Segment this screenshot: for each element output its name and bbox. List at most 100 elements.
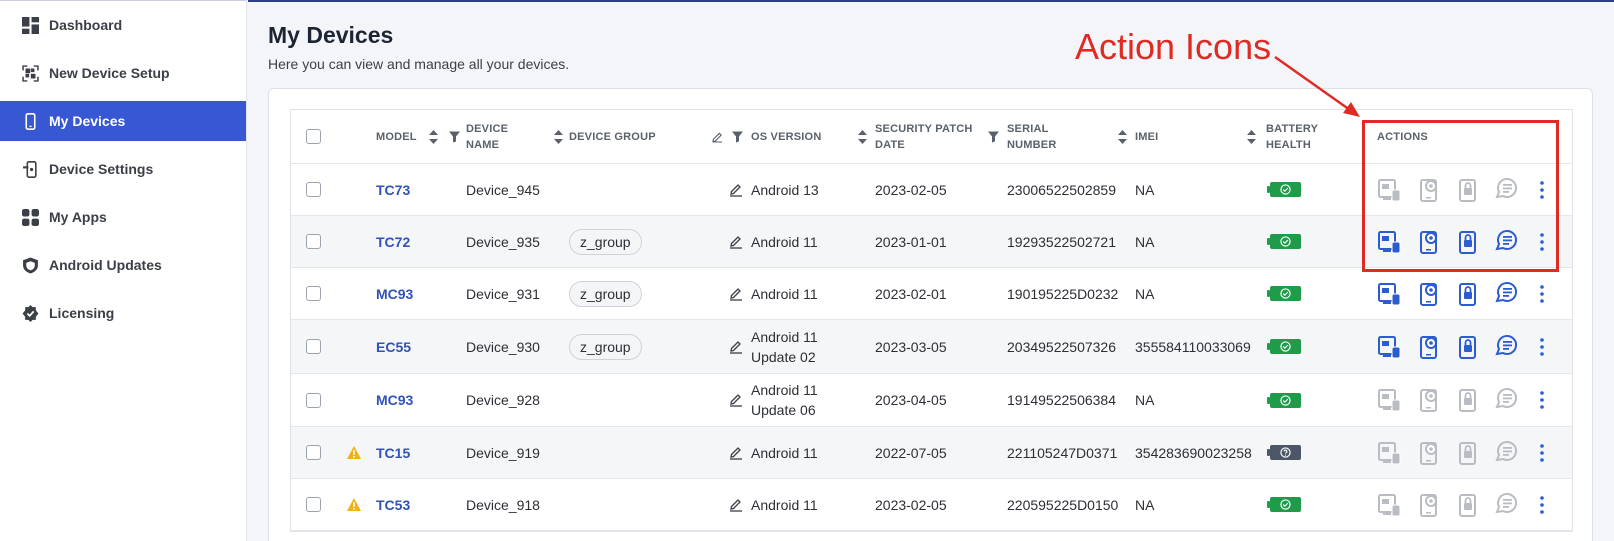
model-link[interactable]: TC72 (376, 234, 410, 250)
sidebar-item-device-settings[interactable]: Device Settings (0, 149, 246, 189)
more-options-icon[interactable] (1533, 335, 1551, 359)
edit-group-icon[interactable] (729, 498, 743, 512)
sidebar-item-dashboard[interactable]: Dashboard (0, 5, 246, 45)
sidebar-item-new-device-setup[interactable]: New Device Setup (0, 53, 246, 93)
more-options-icon[interactable] (1533, 282, 1551, 306)
row-checkbox[interactable] (305, 286, 321, 301)
row-os-version-cell: Android 11 (749, 268, 873, 319)
send-message-icon[interactable] (1494, 439, 1533, 467)
more-options-icon[interactable] (1533, 178, 1551, 202)
reboot-device-icon[interactable] (1416, 176, 1455, 204)
select-all-checkbox[interactable] (305, 129, 321, 144)
lock-device-icon[interactable] (1455, 333, 1494, 361)
model-link[interactable]: TC53 (376, 497, 410, 513)
filter-icon[interactable] (732, 131, 743, 142)
row-checkbox[interactable] (305, 392, 321, 408)
send-message-icon[interactable] (1494, 491, 1533, 519)
row-actions-cell (1359, 479, 1559, 530)
row-device-name: Device_931 (466, 285, 540, 302)
row-checkbox[interactable] (305, 339, 321, 354)
sidebar-item-my-apps[interactable]: My Apps (0, 197, 246, 237)
edit-group-icon[interactable] (729, 446, 743, 460)
row-model-cell: TC53 (373, 479, 464, 530)
reboot-device-icon[interactable] (1416, 386, 1455, 414)
row-device-name: Device_930 (466, 338, 540, 355)
header-security-patch[interactable]: SECURITY PATCH DATE (873, 110, 1005, 163)
sort-icon[interactable] (858, 129, 867, 144)
remote-control-icon[interactable] (1377, 386, 1416, 414)
header-model[interactable]: MODEL (373, 110, 464, 163)
row-checkbox[interactable] (305, 234, 321, 249)
sort-icon[interactable] (429, 129, 438, 144)
device-group-chip[interactable]: z_group (569, 280, 642, 307)
sidebar-item-android-updates[interactable]: Android Updates (0, 245, 246, 285)
row-actions-cell (1359, 427, 1559, 478)
sort-icon[interactable] (1247, 129, 1256, 144)
model-link[interactable]: MC93 (376, 286, 413, 302)
lock-device-icon[interactable] (1455, 439, 1494, 467)
reboot-device-icon[interactable] (1416, 491, 1455, 519)
reboot-device-icon[interactable] (1416, 439, 1455, 467)
header-device-name[interactable]: DEVICE NAME (464, 110, 567, 163)
model-link[interactable]: TC15 (376, 445, 410, 461)
row-checkbox[interactable] (305, 497, 321, 512)
model-link[interactable]: TC73 (376, 182, 410, 198)
send-message-icon[interactable] (1494, 228, 1533, 256)
filter-icon[interactable] (988, 131, 999, 142)
device-group-chip[interactable]: z_group (569, 333, 642, 360)
edit-group-icon[interactable] (729, 235, 743, 249)
model-link[interactable]: MC93 (376, 392, 413, 408)
badge-check-icon (21, 304, 39, 322)
send-message-icon[interactable] (1494, 176, 1533, 204)
remote-control-icon[interactable] (1377, 439, 1416, 467)
sort-icon[interactable] (1118, 129, 1127, 144)
header-imei[interactable]: IMEI (1133, 110, 1264, 163)
header-os-version-label: OS VERSION (751, 130, 822, 143)
remote-control-icon[interactable] (1377, 280, 1416, 308)
sidebar-item-my-devices[interactable]: My Devices (0, 101, 246, 141)
lock-device-icon[interactable] (1455, 228, 1494, 256)
lock-device-icon[interactable] (1455, 491, 1494, 519)
send-message-icon[interactable] (1494, 280, 1533, 308)
header-serial-number[interactable]: SERIAL NUMBER (1005, 110, 1133, 163)
more-options-icon[interactable] (1533, 230, 1551, 254)
row-device-group-cell (567, 479, 749, 530)
sidebar-item-licensing[interactable]: Licensing (0, 293, 246, 333)
edit-icon[interactable] (712, 131, 723, 142)
edit-group-icon[interactable] (729, 340, 743, 354)
send-message-icon[interactable] (1494, 386, 1533, 414)
lock-device-icon[interactable] (1455, 386, 1494, 414)
edit-group-icon[interactable] (729, 393, 743, 407)
sidebar-item-label: Android Updates (49, 257, 162, 273)
battery-health-badge (1267, 286, 1301, 301)
remote-control-icon[interactable] (1377, 491, 1416, 519)
remote-control-icon[interactable] (1377, 176, 1416, 204)
remote-control-icon[interactable] (1377, 333, 1416, 361)
more-options-icon[interactable] (1533, 441, 1551, 465)
sort-icon[interactable] (554, 129, 563, 144)
lock-device-icon[interactable] (1455, 280, 1494, 308)
row-checkbox[interactable] (305, 445, 321, 460)
row-imei: NA (1135, 285, 1155, 302)
device-group-chip[interactable]: z_group (569, 228, 642, 255)
filter-icon[interactable] (449, 131, 460, 142)
more-options-icon[interactable] (1533, 493, 1551, 517)
header-os-version[interactable]: OS VERSION (749, 110, 873, 163)
reboot-device-icon[interactable] (1416, 228, 1455, 256)
edit-group-icon[interactable] (729, 183, 743, 197)
remote-control-icon[interactable] (1377, 228, 1416, 256)
edit-group-icon[interactable] (729, 287, 743, 301)
check-circle-icon (1280, 288, 1291, 299)
reboot-device-icon[interactable] (1416, 333, 1455, 361)
row-device-name: Device_945 (466, 181, 540, 198)
row-warning-cell (335, 164, 373, 215)
annotation-label: Action Icons (1075, 26, 1272, 67)
battery-health-badge (1267, 497, 1301, 512)
reboot-device-icon[interactable] (1416, 280, 1455, 308)
more-options-icon[interactable] (1533, 388, 1551, 412)
row-checkbox[interactable] (305, 182, 321, 197)
model-link[interactable]: EC55 (376, 339, 411, 355)
send-message-icon[interactable] (1494, 333, 1533, 361)
dashboard-icon (21, 16, 39, 34)
lock-device-icon[interactable] (1455, 176, 1494, 204)
